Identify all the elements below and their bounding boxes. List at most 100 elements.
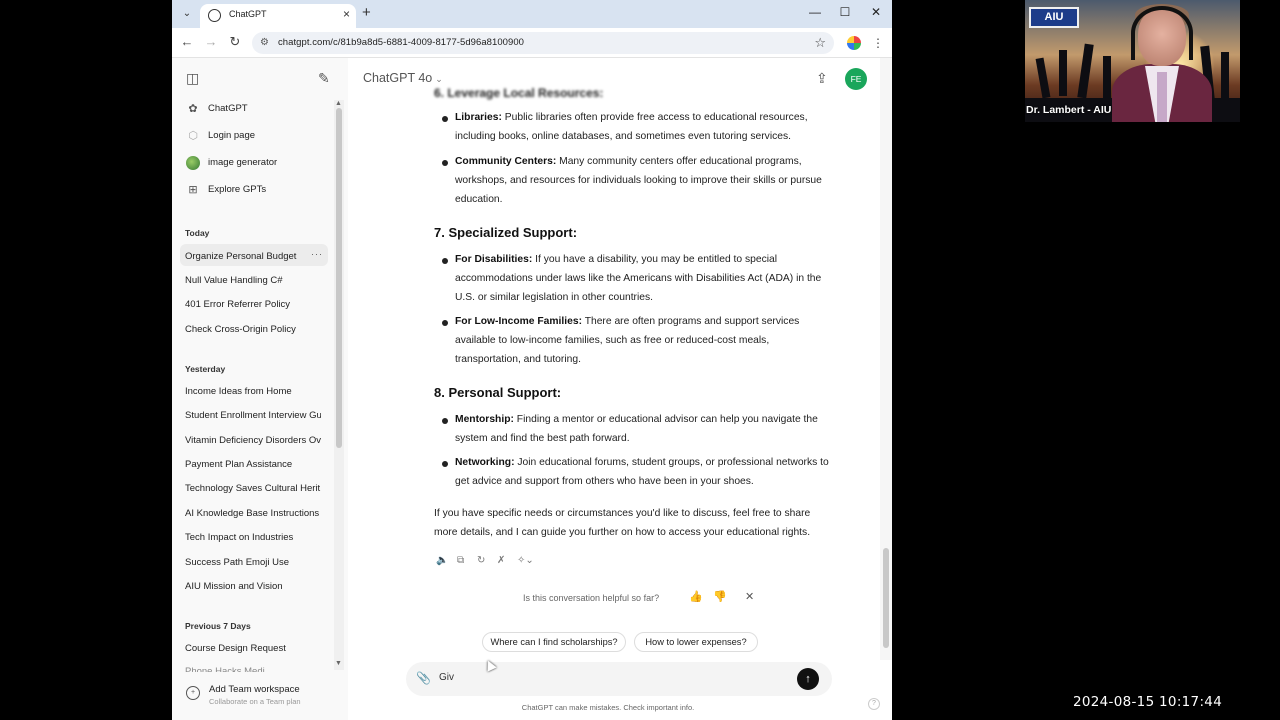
bullet-mentorship: Mentorship: Finding a mentor or educatio… <box>455 410 835 448</box>
tab-chatgpt[interactable]: ChatGPT × <box>200 4 356 28</box>
history-item[interactable]: Student Enrollment Interview Gu <box>185 410 321 421</box>
silhouette <box>1059 50 1067 96</box>
sidebar: ◫ ✎ ✿ ChatGPT ⬡ Login page image generat… <box>172 58 348 720</box>
scroll-up-icon[interactable]: ▲ <box>335 100 342 107</box>
message-composer: 📎 ↑ <box>406 662 832 696</box>
bullet-low-income: For Low-Income Families: There are often… <box>455 312 835 369</box>
main-scrollbar[interactable] <box>880 58 892 660</box>
new-tab-icon[interactable]: + <box>362 4 371 21</box>
recording-timestamp: 2024-08-15 10:17:44 <box>1073 694 1223 710</box>
message-input[interactable] <box>439 672 779 683</box>
history-item[interactable]: Payment Plan Assistance <box>185 459 321 470</box>
close-icon[interactable]: ✕ <box>745 590 754 603</box>
more-options-icon[interactable]: ··· <box>311 249 323 259</box>
chevron-down-icon: ⌄ <box>435 74 443 84</box>
suggestion-lower-expenses[interactable]: How to lower expenses? <box>634 632 758 652</box>
thumbs-up-icon[interactable]: 👍 <box>689 590 703 603</box>
team-icon: + <box>186 686 200 700</box>
section-heading-cut: 6. Leverage Local Resources: <box>434 86 604 100</box>
copy-icon[interactable]: ⧉ <box>457 555 464 566</box>
silhouette <box>1035 57 1051 99</box>
openai-icon: ✿ <box>188 103 198 115</box>
history-item[interactable]: Income Ideas from Home <box>185 386 321 397</box>
bullet-dot <box>442 461 448 467</box>
chat-main: ChatGPT 4o ⌄ ⇪ FE 6. Leverage Local Resou… <box>348 58 892 720</box>
close-tab-icon[interactable]: × <box>343 7 350 21</box>
browser-menu-icon[interactable]: ⋮ <box>872 36 884 50</box>
suggestion-scholarships[interactable]: Where can I find scholarships? <box>482 632 626 652</box>
heading-8: 8. Personal Support: <box>434 385 562 400</box>
history-item[interactable]: Success Path Emoji Use <box>185 557 321 568</box>
model-switch-icon[interactable]: ✧⌄ <box>517 555 534 566</box>
team-subtitle: Collaborate on a Team plan <box>209 697 301 706</box>
history-item[interactable]: 401 Error Referrer Policy <box>185 299 321 310</box>
section-heading: Yesterday <box>185 364 226 374</box>
thumbs-down-icon[interactable]: ✗ <box>497 555 505 566</box>
presenter-name: Dr. Lambert - AIU <box>1026 104 1112 116</box>
bullet-bold: Networking: <box>455 457 515 468</box>
scrollbar-thumb[interactable] <box>883 548 889 648</box>
help-icon[interactable]: ? <box>868 698 880 710</box>
sidebar-item-label: Login page <box>208 130 256 141</box>
attach-icon[interactable]: 📎 <box>416 671 431 685</box>
history-item[interactable]: Technology Saves Cultural Herit <box>185 483 321 494</box>
history-item[interactable]: Check Cross-Origin Policy <box>185 324 321 335</box>
add-team-workspace[interactable]: + Add Team workspace Collaborate on a Te… <box>184 680 334 710</box>
history-item[interactable]: Phone Hacks Medi <box>185 666 321 672</box>
disclaimer: ChatGPT can make mistakes. Check importa… <box>521 703 695 712</box>
sidebar-item-explore-gpts[interactable]: ⊞ Explore GPTs <box>184 181 334 201</box>
scroll-down-icon[interactable]: ▼ <box>335 660 342 667</box>
bookmark-star-icon[interactable]: ☆ <box>814 35 826 51</box>
extension-icon[interactable] <box>847 36 861 50</box>
bullet-dot <box>442 116 448 122</box>
sidebar-item-chatgpt[interactable]: ✿ ChatGPT <box>184 100 334 120</box>
url-field[interactable]: ⚙ chatgpt.com/c/81b9a8d5-6881-4009-8177-… <box>252 32 834 54</box>
grid-icon: ⊞ <box>188 184 198 196</box>
avatar[interactable]: FE <box>845 68 867 90</box>
bullet-bold: For Low-Income Families: <box>455 316 583 327</box>
minimize-icon[interactable]: — <box>805 5 825 19</box>
new-chat-icon[interactable]: ✎ <box>318 70 330 87</box>
model-name: ChatGPT 4o <box>363 71 433 85</box>
sidebar-scrollbar[interactable] <box>334 100 344 670</box>
browser-window: ⌄ ChatGPT × + — ☐ ✕ ← → ↻ ⚙ chatgpt.com/… <box>172 0 892 720</box>
history-item[interactable]: Course Design Request <box>185 643 321 654</box>
history-item[interactable]: Organize Personal Budget <box>185 251 321 262</box>
share-icon[interactable]: ⇪ <box>816 70 828 87</box>
site-info-icon[interactable]: ⚙ <box>260 37 269 48</box>
bullet-dot <box>442 160 448 166</box>
history-item[interactable]: AIU Mission and Vision <box>185 581 321 592</box>
address-bar: ← → ↻ ⚙ chatgpt.com/c/81b9a8d5-6881-4009… <box>172 28 892 58</box>
scrollbar-thumb[interactable] <box>336 108 342 448</box>
model-selector[interactable]: ChatGPT 4o ⌄ <box>363 71 443 85</box>
read-aloud-icon[interactable]: 🔈 <box>436 555 448 566</box>
back-icon[interactable]: ← <box>178 34 196 49</box>
close-window-icon[interactable]: ✕ <box>866 5 886 19</box>
tab-search-icon[interactable]: ⌄ <box>178 5 196 23</box>
bullet-bold: For Disabilities: <box>455 254 533 265</box>
thumbs-down-icon[interactable]: 👎 <box>713 590 727 603</box>
sidebar-item-login-page[interactable]: ⬡ Login page <box>184 127 334 147</box>
tie <box>1157 72 1167 122</box>
toggle-sidebar-icon[interactable]: ◫ <box>186 70 199 87</box>
forward-icon[interactable]: → <box>202 34 220 49</box>
history-item[interactable]: Null Value Handling C# <box>185 275 321 286</box>
bullet-bold: Mentorship: <box>455 414 514 425</box>
history-item[interactable]: Vitamin Deficiency Disorders Ov <box>185 435 321 446</box>
sidebar-item-image-generator[interactable]: image generator <box>184 154 334 174</box>
silhouette <box>1221 52 1229 100</box>
send-button[interactable]: ↑ <box>797 668 819 690</box>
generator-avatar-icon <box>186 156 200 170</box>
bullet-networking: Networking: Join educational forums, stu… <box>455 453 835 491</box>
tab-bar: ⌄ ChatGPT × + — ☐ ✕ <box>172 0 892 28</box>
section-heading: Previous 7 Days <box>185 621 251 631</box>
bullet-dot <box>442 258 448 264</box>
maximize-icon[interactable]: ☐ <box>835 5 855 19</box>
tab-title: ChatGPT <box>229 9 267 19</box>
history-item[interactable]: Tech Impact on Industries <box>185 532 321 543</box>
section-heading: Today <box>185 228 210 238</box>
regenerate-icon[interactable]: ↻ <box>477 555 485 566</box>
history-item[interactable]: AI Knowledge Base Instructions <box>185 508 321 519</box>
closing-paragraph: If you have specific needs or circumstan… <box>434 508 811 538</box>
reload-icon[interactable]: ↻ <box>226 34 244 50</box>
